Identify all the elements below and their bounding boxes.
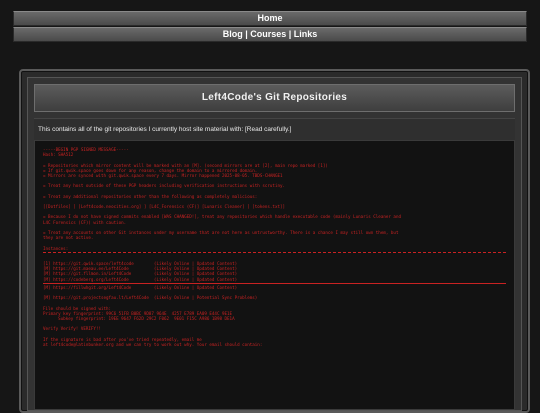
repo-row: [M] https://codeberg.org/Left4Code (Like… — [43, 276, 238, 282]
page-title: Left4Code's Git Repositories — [34, 84, 515, 112]
home-bar: Home — [13, 11, 527, 26]
links-link[interactable]: Links — [294, 29, 318, 39]
top-navigation: Home Blog | Courses | Links — [13, 11, 527, 42]
links-bar: Blog | Courses | Links — [13, 27, 527, 42]
blog-link[interactable]: Blog — [223, 29, 243, 39]
courses-link[interactable]: Courses — [250, 29, 286, 39]
content-panel: Left4Code's Git Repositories This contai… — [27, 77, 522, 411]
separator-line — [43, 251, 506, 255]
home-link[interactable]: Home — [257, 13, 282, 23]
separator-line — [43, 282, 506, 284]
message-line: Instances: — [43, 245, 69, 251]
intro-text: This contains all of the git repositorie… — [34, 118, 515, 141]
pgp-message: -----BEGIN PGP SIGNED MESSAGE----- Hash: … — [34, 140, 515, 410]
nav-separator: | — [286, 29, 294, 39]
message-line: at left4code@latinbunker.org and we can … — [43, 341, 263, 347]
content-frame: Left4Code's Git Repositories This contai… — [19, 69, 530, 413]
